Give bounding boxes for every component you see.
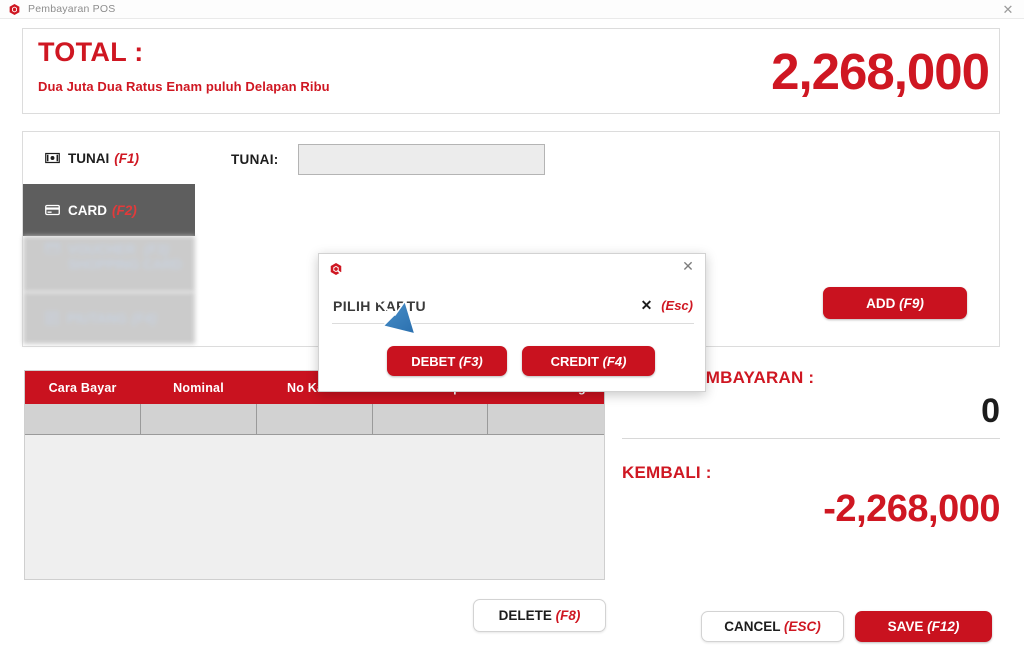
total-payment-value: 0 <box>981 392 1000 430</box>
change-label: KEMBALI : <box>622 463 712 482</box>
window-titlebar: Pembayaran POS ✕ <box>0 0 1024 19</box>
payment-method-tunai-label: TUNAI <box>68 150 110 166</box>
debet-button-shortcut: (F3) <box>458 353 483 369</box>
payment-method-piutang[interactable]: PIUTANG (F4) <box>23 292 195 344</box>
hexagon-logo-icon <box>9 3 20 15</box>
summary-panel: TOTAL PEMBAYARAN : 0 KEMBALI : -2,268,00… <box>622 368 1000 539</box>
payment-method-voucher-text: VOUCHER (F3) SHOPPING CARD <box>68 242 182 272</box>
credit-card-icon <box>45 204 60 216</box>
modal-esc-close[interactable]: ✕ (Esc) <box>641 297 693 314</box>
add-button-label: ADD <box>866 295 896 311</box>
close-icon: ✕ <box>640 297 653 313</box>
save-button[interactable]: SAVE (F12) <box>855 611 992 642</box>
hexagon-logo-icon <box>330 263 342 275</box>
table-body <box>25 404 604 435</box>
modal-title: PILIH KARTU <box>333 298 427 314</box>
window-close-icon[interactable]: ✕ <box>1001 3 1015 17</box>
payment-method-voucher-shortcut: (F3) <box>144 242 170 257</box>
invoice-icon <box>45 311 59 325</box>
payment-method-card[interactable]: CARD (F2) <box>23 184 195 236</box>
total-amount-in-words: Dua Juta Dua Ratus Enam puluh Delapan Ri… <box>38 79 330 94</box>
delete-button-shortcut: (F8) <box>555 608 581 623</box>
payment-rows-table-wrapper: Cara Bayar Nominal No Kartu Saldo.Exp Ni… <box>24 370 605 580</box>
table-row[interactable] <box>25 404 604 435</box>
modal-close-icon[interactable]: ✕ <box>681 258 695 275</box>
cancel-button[interactable]: CANCEL (ESC) <box>701 611 844 642</box>
col-nominal: Nominal <box>140 371 257 404</box>
payment-method-tunai[interactable]: TUNAI (F1) <box>23 132 195 184</box>
payment-method-list: TUNAI (F1) CARD (F2) VOUCHER (F3) SHOPPI… <box>23 132 195 346</box>
change-value-row: -2,268,000 <box>622 483 1000 539</box>
payment-method-card-shortcut: (F2) <box>112 202 137 218</box>
payment-method-piutang-label: PIUTANG <box>67 310 127 326</box>
window-title: Pembayaran POS <box>28 3 116 15</box>
pilih-kartu-modal: ✕ PILIH KARTU ✕ (Esc) DEBET (F3) CREDIT … <box>318 253 706 392</box>
credit-button-shortcut: (F4) <box>602 353 627 369</box>
tunai-input[interactable] <box>297 144 545 175</box>
payment-method-tunai-shortcut: (F1) <box>114 150 139 166</box>
payment-method-voucher-sublabel: SHOPPING CARD <box>68 257 183 272</box>
payment-method-card-label: CARD <box>68 202 107 218</box>
save-button-shortcut: (F12) <box>927 619 960 634</box>
delete-button-label: DELETE <box>498 608 552 623</box>
col-cara-bayar: Cara Bayar <box>25 371 142 404</box>
cancel-button-shortcut: (ESC) <box>784 619 821 634</box>
voucher-icon <box>45 242 60 254</box>
debet-button-label: DEBET <box>411 353 456 369</box>
total-panel: TOTAL : Dua Juta Dua Ratus Enam puluh De… <box>22 28 1000 114</box>
payment-method-piutang-shortcut: (F4) <box>131 310 157 326</box>
cell-no-kartu <box>256 404 373 435</box>
modal-divider <box>332 323 694 324</box>
cell-nilai-surcharge <box>487 404 604 435</box>
cell-nominal <box>140 404 257 435</box>
total-payment-value-row: 0 <box>622 388 1000 439</box>
debet-button[interactable]: DEBET (F3) <box>387 346 507 376</box>
payment-method-voucher[interactable]: VOUCHER (F3) SHOPPING CARD <box>23 236 195 292</box>
pos-payment-window: Pembayaran POS ✕ TOTAL : Dua Juta Dua Ra… <box>0 0 1024 653</box>
cancel-button-label: CANCEL <box>724 619 781 634</box>
add-button-shortcut: (F9) <box>899 295 924 311</box>
delete-button[interactable]: DELETE (F8) <box>473 599 606 632</box>
tunai-input-row: TUNAI: <box>231 144 545 175</box>
save-button-label: SAVE <box>887 619 924 634</box>
credit-button-label: CREDIT <box>550 353 599 369</box>
tunai-input-label: TUNAI: <box>231 152 279 167</box>
total-amount-value: 2,268,000 <box>771 43 990 100</box>
change-value: -2,268,000 <box>823 488 1000 530</box>
banknote-icon <box>45 152 60 164</box>
credit-button[interactable]: CREDIT (F4) <box>522 346 655 376</box>
add-button[interactable]: ADD (F9) <box>823 287 967 319</box>
cell-cara-bayar <box>25 404 142 435</box>
cell-saldo-exp <box>372 404 489 435</box>
payment-method-voucher-label: VOUCHER <box>68 242 136 257</box>
total-label: TOTAL : <box>38 37 144 67</box>
modal-esc-label: (Esc) <box>661 298 693 313</box>
